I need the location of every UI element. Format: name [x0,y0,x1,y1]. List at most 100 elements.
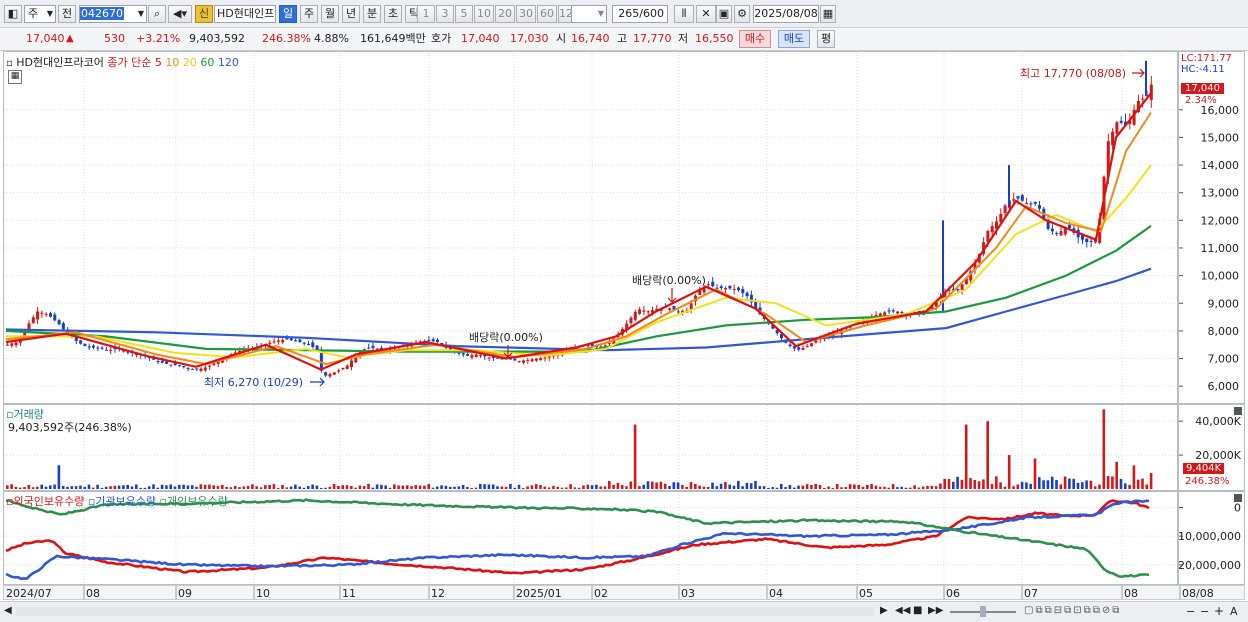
zoom-in-icon[interactable]: + [1214,604,1224,618]
volume-bar [27,484,31,489]
ma10-label: 10 [165,56,180,69]
average-button[interactable]: 평 [817,30,835,48]
font-size-icon[interactable]: A [1230,605,1238,618]
candle-body [268,342,272,344]
zoom-out-icon[interactable]: − [1186,605,1195,618]
minus-icon[interactable]: − [1200,605,1209,618]
panel-close-icon[interactable] [1234,494,1242,502]
volume-bar [612,484,615,489]
volume-bar [1007,455,1011,489]
chart-tools-icons[interactable]: ▢⧉⧉⊟⧉⊡⧉⧉⊘⧉ [1024,605,1121,616]
stock-name-field[interactable]: HD현대인프 [214,5,276,23]
volume-bar [797,485,800,489]
high-label: 고 [617,32,628,45]
volume-bar [973,480,977,489]
volume-bar [457,486,461,489]
candle-body [719,286,723,289]
interval-button-6[interactable]: 30 [516,5,536,23]
volume-bar [31,487,35,489]
lc-label: LC:171.77 [1181,53,1232,64]
volume-bar [44,486,48,489]
period-tab-3[interactable]: 월 [321,5,339,23]
volume-bar [208,484,211,489]
period-tab-6[interactable]: 초 [384,5,402,23]
interval-button-2[interactable]: 3 [436,5,454,23]
period-tab-4[interactable]: 년 [342,5,360,23]
volume-bar [934,486,938,489]
volume-last-tag: 9,404K [1183,463,1225,474]
interval-button-7[interactable]: 60 [537,5,557,23]
volume-bar [264,485,267,489]
data-count-input[interactable]: 265/600 [612,5,668,23]
interval-button-4[interactable]: 10 [474,5,494,23]
ma5-label: 5 [154,56,162,69]
period-tab-1[interactable]: 일 [279,5,297,23]
volume-bar [276,487,280,489]
volume-bar [534,484,538,489]
volume-bar [397,485,400,489]
period-tab-5[interactable]: 분 [363,5,381,23]
candle-body [479,355,482,357]
period-tab-2[interactable]: 주 [300,5,318,23]
interval-select[interactable]: ▼ [571,5,607,23]
crosshair-icon[interactable]: ✕ [696,5,716,23]
stock-code-input[interactable]: 042670 ▼ [79,5,147,23]
calendar-icon[interactable]: ▦ [820,5,836,23]
current-price: 17,040 [26,32,65,45]
volume-bar [1046,480,1050,489]
interval-button-1[interactable]: 1 [417,5,435,23]
candle-body [668,308,672,311]
speaker-icon[interactable]: ◀▾ [168,5,192,23]
gear-icon[interactable]: ⚙ [734,5,750,23]
volume-bar [698,485,701,489]
price-axis-label-2: 8,000 [1208,325,1240,338]
volume-bar [255,486,258,489]
window-menu-icon[interactable]: ◧ [4,5,22,23]
candle-body [646,311,650,313]
interval-button-3[interactable]: 5 [455,5,473,23]
change-amount: 530 [104,32,125,45]
volume-bar [547,487,551,489]
candle-body [1020,195,1024,201]
candle-body [281,339,285,343]
open-price: 16,740 [571,32,610,45]
scroll-right-icon[interactable]: ▶ [880,605,888,616]
zoom-slider-thumb[interactable] [980,606,986,617]
volume-bar [681,485,684,489]
volume-bar [126,484,129,489]
fast-forward-icon[interactable]: ▶▶ [928,605,943,616]
rewind-icon[interactable]: ◀◀ [895,605,910,616]
buy-button[interactable]: 매수 [739,30,771,48]
volume-bar [930,485,934,489]
sell-button[interactable]: 매도 [778,30,810,48]
panel-close-icon[interactable] [1234,407,1242,415]
ma120-line [5,267,1152,352]
candle-body [109,349,113,351]
date-input[interactable]: 2025/08/08 [753,5,819,23]
x-axis-label-12: 07 [1024,587,1038,599]
candle-body [737,287,740,291]
scroll-left-icon[interactable]: ◀ [4,605,12,616]
volume-bar [74,486,78,489]
volume-bar [737,480,740,489]
credit-badge[interactable]: 신 [195,5,213,23]
save-icon[interactable]: ▣ [716,5,732,23]
market-select[interactable]: 주 ▼ [24,5,56,23]
hoga-label: 호가 [431,32,452,45]
candle-body [990,226,994,233]
volume-bar [1106,476,1110,489]
x-axis-label-9: 04 [769,587,783,599]
interval-button-5[interactable]: 20 [495,5,515,23]
volume-bar [620,485,624,489]
stop-icon[interactable]: ■ [913,605,922,616]
prev-button[interactable]: 전 [58,5,76,23]
candle-body [302,342,306,344]
search-icon[interactable]: ⌕ [148,5,166,23]
horizontal-scrollbar[interactable] [16,607,874,616]
candle-type-icon[interactable]: ⫴ [674,5,694,23]
volume-bar [371,487,375,489]
volume-bar [479,483,482,489]
volume-bar [328,486,332,489]
grid-table-icon[interactable]: ▦ [8,70,22,84]
volume-bar [835,483,839,489]
